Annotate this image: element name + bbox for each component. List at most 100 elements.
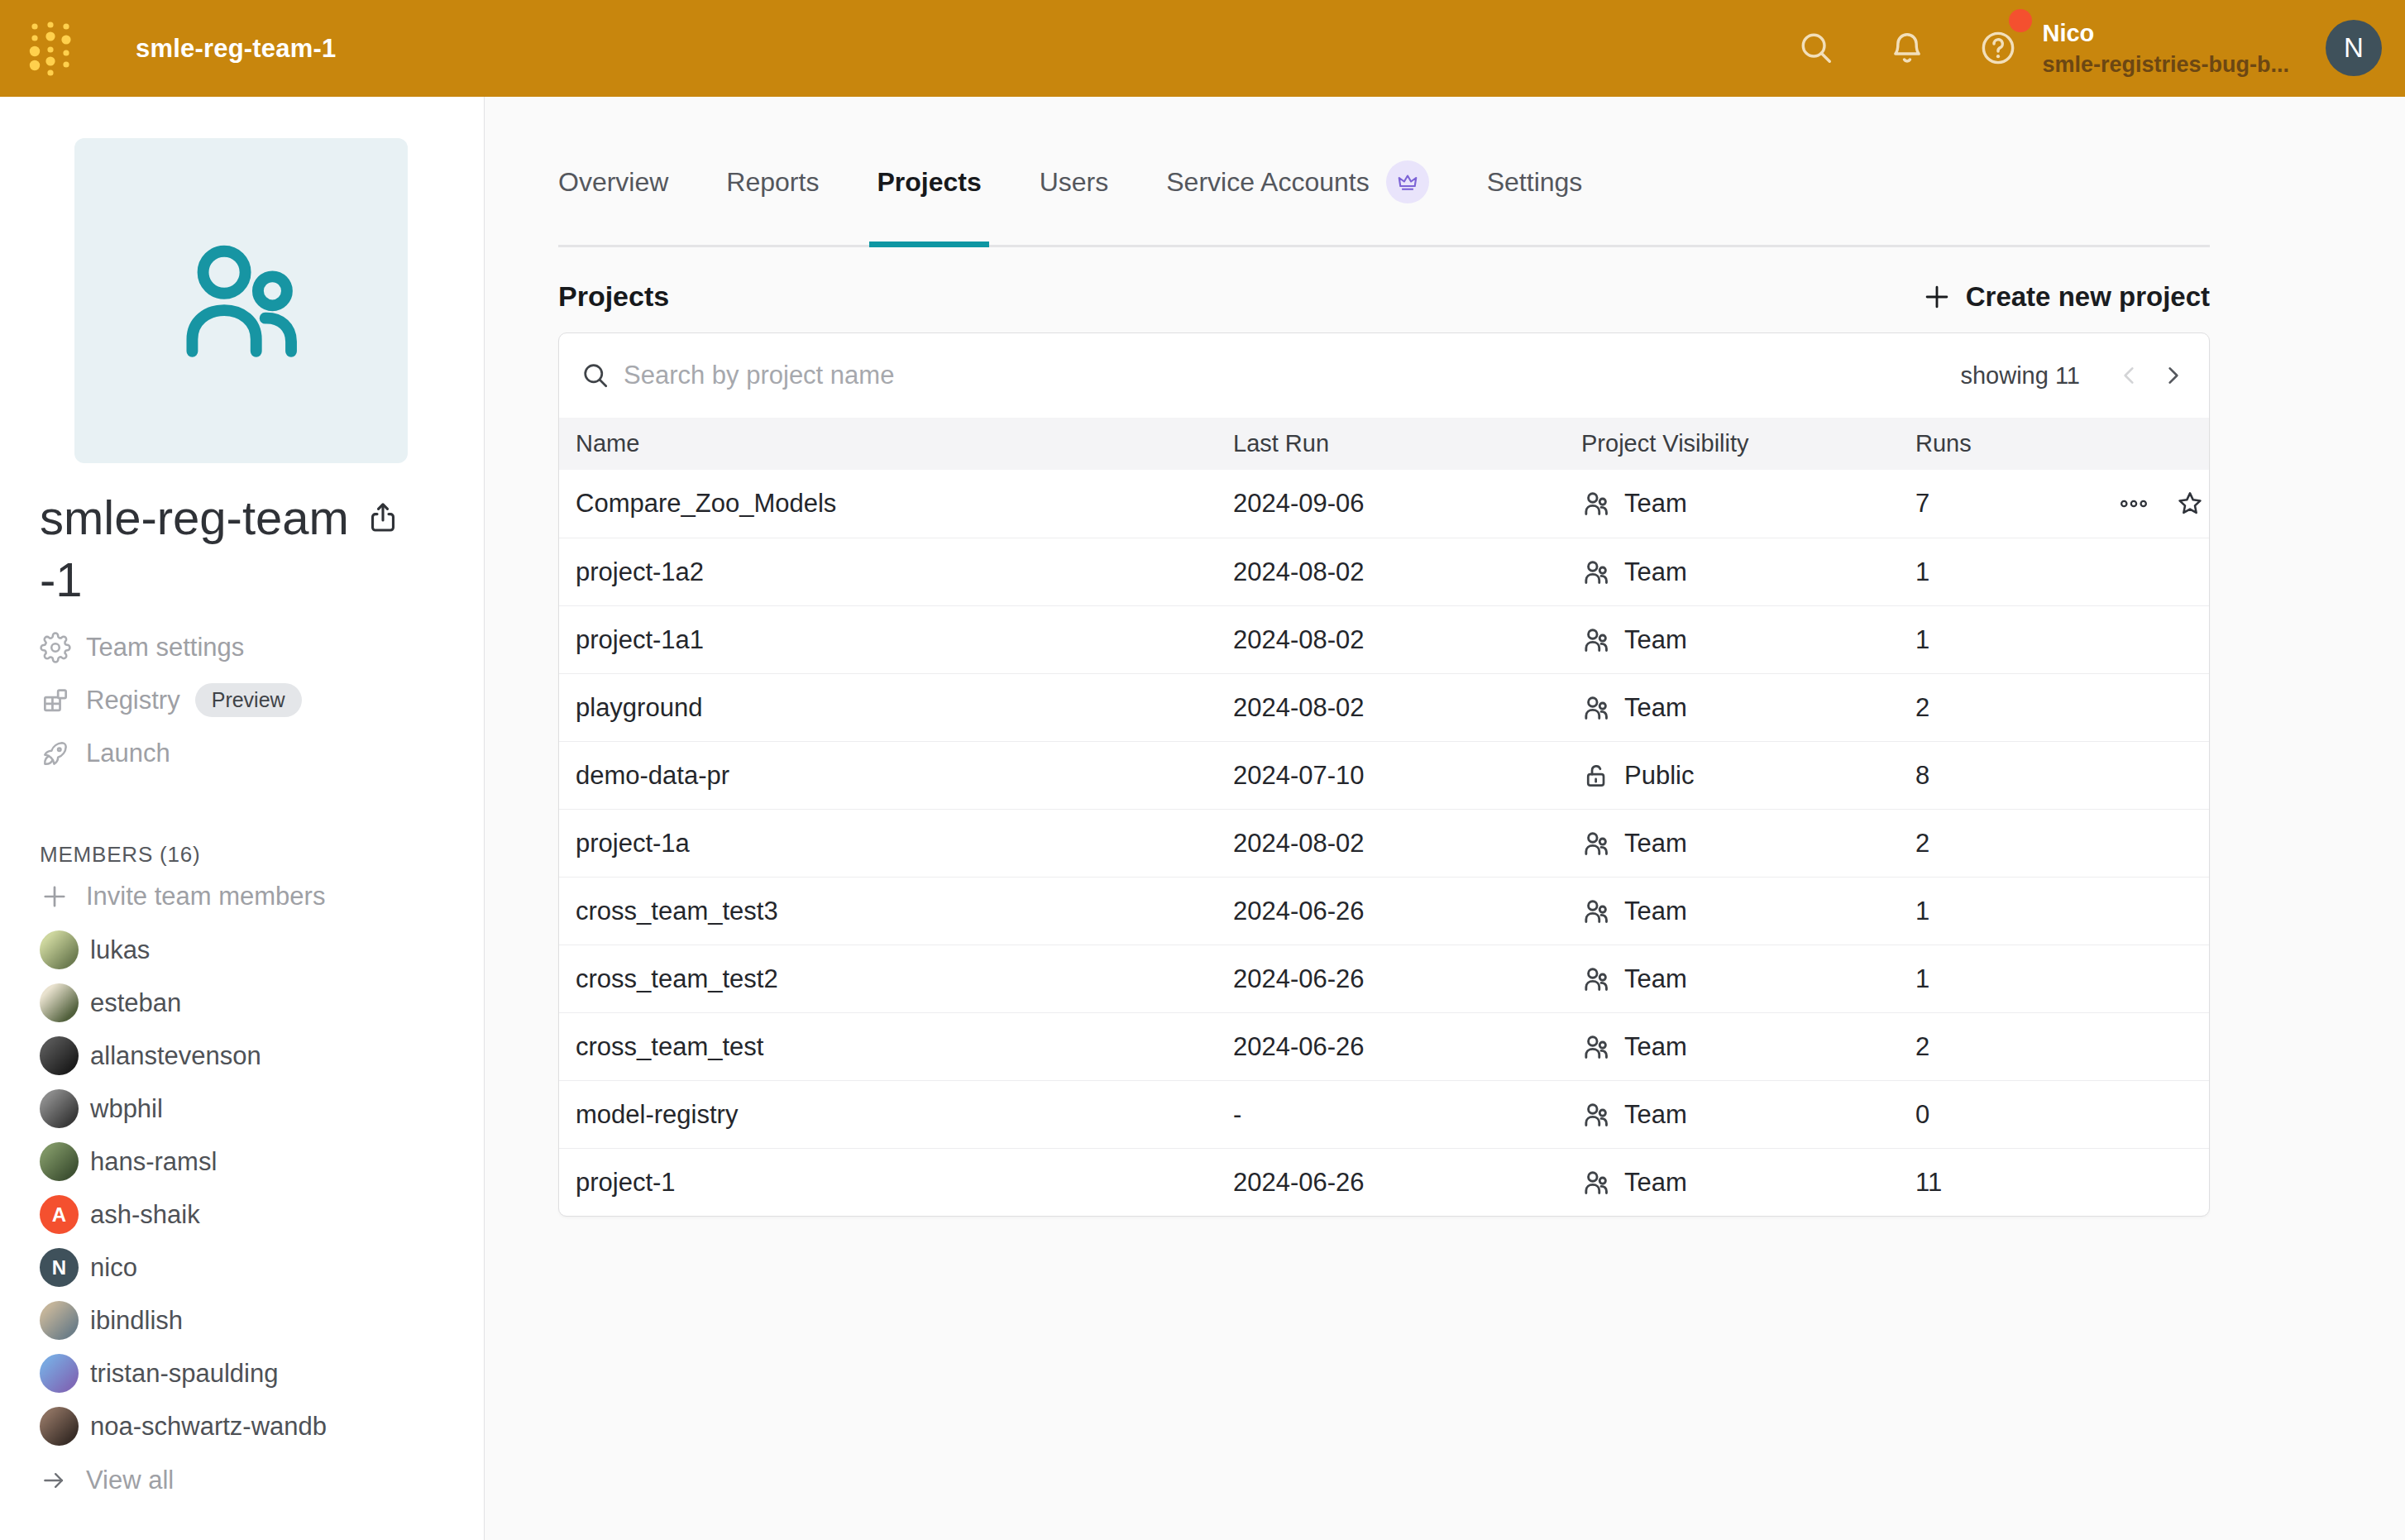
project-name[interactable]: project-1a — [576, 829, 1233, 858]
member-row[interactable]: ibindlish — [40, 1294, 484, 1347]
arrow-right-icon — [40, 1466, 68, 1495]
wandb-logo-icon[interactable] — [28, 18, 73, 79]
create-new-project-button[interactable]: Create new project — [1921, 281, 2210, 313]
avatar[interactable]: N — [2326, 20, 2382, 76]
user-name: Nico — [2042, 17, 2289, 50]
next-page-chevron-icon[interactable] — [2159, 362, 2186, 389]
project-name[interactable]: project-1a2 — [576, 557, 1233, 587]
member-row[interactable]: allanstevenson — [40, 1030, 484, 1083]
project-name[interactable]: playground — [576, 693, 1233, 723]
team-visibility-icon — [1581, 1100, 1611, 1130]
project-last-run: 2024-07-10 — [1233, 761, 1581, 791]
view-all-button[interactable]: View all — [40, 1453, 484, 1508]
team-title: smle-reg-team-1 — [40, 486, 358, 611]
column-header: Project Visibility — [1581, 430, 1915, 457]
project-last-run: 2024-06-26 — [1233, 1032, 1581, 1062]
project-runs: 1 — [1915, 625, 2119, 655]
member-row[interactable]: A ash-shaik — [40, 1188, 484, 1241]
project-row[interactable]: playground 2024-08-02 Team 2 — [559, 673, 2209, 741]
project-last-run: 2024-06-26 — [1233, 964, 1581, 994]
project-name[interactable]: cross_team_test2 — [576, 964, 1233, 994]
table-body: Compare_Zoo_Models 2024-09-06 Team 7 pro… — [559, 470, 2209, 1216]
project-row[interactable]: cross_team_test2 2024-06-26 Team 1 — [559, 945, 2209, 1012]
project-visibility: Team — [1581, 489, 1915, 519]
column-header: Name — [576, 430, 1233, 457]
sidebar-item-team-settings[interactable]: Team settings — [40, 621, 484, 674]
project-row[interactable]: project-1a1 2024-08-02 Team 1 — [559, 605, 2209, 673]
project-runs: 0 — [1915, 1100, 2119, 1130]
project-name[interactable]: cross_team_test3 — [576, 897, 1233, 926]
column-header: Runs — [1915, 430, 2119, 457]
project-name[interactable]: demo-data-pr — [576, 761, 1233, 791]
plus-icon — [1921, 281, 1953, 313]
project-row[interactable]: cross_team_test 2024-06-26 Team 2 — [559, 1012, 2209, 1080]
overflow-menu-icon[interactable] — [2119, 489, 2149, 519]
project-visibility: Public — [1581, 761, 1915, 791]
project-name[interactable]: project-1a1 — [576, 625, 1233, 655]
project-name[interactable]: model-registry — [576, 1100, 1233, 1130]
help-icon[interactable] — [1979, 29, 2017, 67]
project-runs: 1 — [1915, 897, 2119, 926]
team-visibility-icon — [1581, 489, 1611, 519]
project-row[interactable]: Compare_Zoo_Models 2024-09-06 Team 7 — [559, 470, 2209, 538]
project-visibility: Team — [1581, 1032, 1915, 1062]
public-visibility-icon — [1581, 761, 1611, 791]
user-org: smle-registries-bug-b... — [2042, 50, 2289, 79]
project-name[interactable]: cross_team_test — [576, 1032, 1233, 1062]
member-row[interactable]: noa-schwartz-wandb — [40, 1400, 484, 1453]
team-visibility-icon — [1581, 829, 1611, 858]
project-visibility: Team — [1581, 625, 1915, 655]
tab-users[interactable]: Users — [1040, 167, 1109, 245]
project-visibility: Team — [1581, 1100, 1915, 1130]
project-visibility: Team — [1581, 897, 1915, 926]
member-row[interactable]: tristan-spaulding — [40, 1347, 484, 1400]
project-row[interactable]: demo-data-pr 2024-07-10 Public 8 — [559, 741, 2209, 809]
project-row[interactable]: model-registry - Team 0 — [559, 1080, 2209, 1148]
search-icon[interactable] — [1797, 29, 1835, 67]
member-row[interactable]: esteban — [40, 977, 484, 1030]
project-last-run: 2024-08-02 — [1233, 625, 1581, 655]
member-avatar — [40, 1142, 79, 1181]
share-icon[interactable] — [365, 500, 401, 536]
project-search-input[interactable] — [624, 361, 1960, 390]
tab-service-accounts[interactable]: Service Accounts — [1166, 167, 1428, 245]
sidebar-item-launch[interactable]: Launch — [40, 727, 484, 780]
preview-badge: Preview — [195, 683, 302, 717]
project-row[interactable]: project-1a2 2024-08-02 Team 1 — [559, 538, 2209, 605]
member-row[interactable]: N nico — [40, 1241, 484, 1294]
star-icon[interactable] — [2175, 489, 2205, 519]
team-visibility-icon — [1581, 964, 1611, 994]
project-row[interactable]: project-1 2024-06-26 Team 11 — [559, 1148, 2209, 1216]
notifications-bell-icon[interactable] — [1888, 29, 1926, 67]
project-visibility: Team — [1581, 693, 1915, 723]
tab-reports[interactable]: Reports — [726, 167, 819, 245]
tab-overview[interactable]: Overview — [558, 167, 668, 245]
project-runs: 1 — [1915, 557, 2119, 587]
column-header: Last Run — [1233, 430, 1581, 457]
member-row[interactable]: lukas — [40, 924, 484, 977]
invite-team-members-button[interactable]: Invite team members — [40, 869, 484, 924]
plus-icon — [40, 882, 69, 911]
tab-bar: Overview Reports Projects Users Service … — [558, 167, 2210, 247]
project-runs: 1 — [1915, 964, 2119, 994]
project-row[interactable]: project-1a 2024-08-02 Team 2 — [559, 809, 2209, 877]
project-row[interactable]: cross_team_test3 2024-06-26 Team 1 — [559, 877, 2209, 945]
prev-page-chevron-icon[interactable] — [2116, 362, 2143, 389]
team-visibility-icon — [1581, 557, 1611, 587]
user-block[interactable]: Nico smle-registries-bug-b... — [2042, 17, 2289, 80]
member-row[interactable]: hans-ramsl — [40, 1136, 484, 1188]
project-name[interactable]: Compare_Zoo_Models — [576, 489, 1233, 519]
tab-settings[interactable]: Settings — [1487, 167, 1583, 245]
project-runs: 2 — [1915, 829, 2119, 858]
sidebar-item-registry[interactable]: Registry Preview — [40, 674, 484, 727]
member-avatar: N — [40, 1248, 79, 1287]
project-runs: 11 — [1915, 1168, 2119, 1198]
member-avatar — [40, 1354, 79, 1393]
notification-dot — [2009, 9, 2032, 32]
main-content: Overview Reports Projects Users Service … — [485, 97, 2405, 1540]
project-name[interactable]: project-1 — [576, 1168, 1233, 1198]
tab-projects[interactable]: Projects — [877, 167, 981, 245]
member-list: lukas esteban allanstevenson wbphil hans… — [40, 924, 484, 1453]
table-header: NameLast RunProject VisibilityRuns — [559, 418, 2209, 470]
member-row[interactable]: wbphil — [40, 1083, 484, 1136]
